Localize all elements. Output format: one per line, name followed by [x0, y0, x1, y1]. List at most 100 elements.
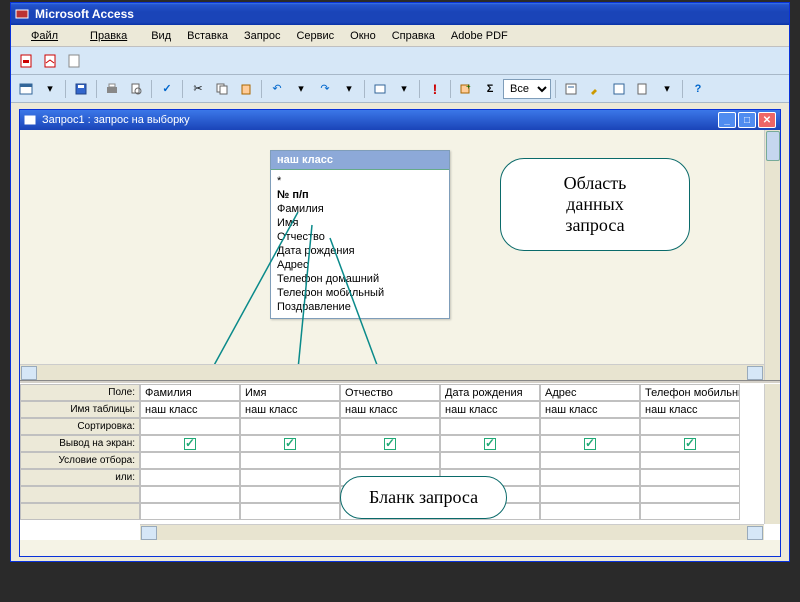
grid-cell[interactable] [640, 486, 740, 503]
db-window-icon[interactable] [608, 78, 630, 100]
help-icon[interactable]: ? [687, 78, 709, 100]
field-list-header[interactable]: наш класс [271, 151, 449, 170]
show-table-icon[interactable]: + [455, 78, 477, 100]
grid-cell[interactable]: наш класс [440, 401, 540, 418]
menu-tools[interactable]: Сервис [288, 28, 342, 44]
scroll-right-icon[interactable] [747, 526, 763, 540]
pdf-review-icon[interactable] [63, 50, 85, 72]
close-button[interactable]: ✕ [758, 112, 776, 128]
menu-query[interactable]: Запрос [236, 28, 288, 44]
undo-icon[interactable]: ↶ [266, 78, 288, 100]
grid-cell[interactable]: наш класс [240, 401, 340, 418]
grid-cell-show[interactable] [340, 435, 440, 452]
grid-cell[interactable] [540, 486, 640, 503]
grid-cell[interactable] [640, 452, 740, 469]
field-star[interactable]: * [277, 174, 443, 188]
grid-cell-show[interactable] [540, 435, 640, 452]
grid-cell[interactable] [240, 452, 340, 469]
menu-edit[interactable]: Правка [74, 28, 143, 44]
grid-cell-show[interactable] [140, 435, 240, 452]
grid-cell-show[interactable] [640, 435, 740, 452]
top-values-combo[interactable]: Все [503, 79, 551, 99]
grid-cell[interactable] [240, 469, 340, 486]
grid-cell[interactable] [240, 486, 340, 503]
menu-window[interactable]: Окно [342, 28, 384, 44]
grid-cell[interactable] [540, 469, 640, 486]
grid-cell-show[interactable] [240, 435, 340, 452]
field-lastname[interactable]: Фамилия [277, 202, 443, 216]
grid-cell[interactable] [540, 503, 640, 520]
cut-icon[interactable]: ✂ [187, 78, 209, 100]
grid-cell[interactable]: Отчество [340, 384, 440, 401]
menu-file[interactable]: Файл [15, 28, 74, 44]
scroll-left-icon[interactable] [141, 526, 157, 540]
grid-cell[interactable] [640, 503, 740, 520]
grid-cell[interactable]: наш класс [640, 401, 740, 418]
query-type-icon[interactable] [369, 78, 391, 100]
field-home-phone[interactable]: Телефон домашний [277, 272, 443, 286]
menu-insert[interactable]: Вставка [179, 28, 236, 44]
copy-icon[interactable] [211, 78, 233, 100]
grid-cell[interactable]: Дата рождения [440, 384, 540, 401]
builder-icon[interactable] [584, 78, 606, 100]
print-icon[interactable] [101, 78, 123, 100]
grid-cell[interactable] [340, 452, 440, 469]
field-firstname[interactable]: Имя [277, 216, 443, 230]
scroll-right-icon[interactable] [747, 366, 763, 380]
field-greeting[interactable]: Поздравление [277, 300, 443, 314]
dropdown-undo-icon[interactable]: ▾ [290, 78, 312, 100]
grid-cell[interactable] [140, 418, 240, 435]
grid-cell-show[interactable] [440, 435, 540, 452]
lower-vscroll[interactable] [764, 384, 780, 524]
field-patronymic[interactable]: Отчество [277, 230, 443, 244]
save-icon[interactable] [70, 78, 92, 100]
paste-icon[interactable] [235, 78, 257, 100]
view-icon[interactable] [15, 78, 37, 100]
grid-cell[interactable]: наш класс [540, 401, 640, 418]
grid-cell[interactable] [540, 452, 640, 469]
grid-cell[interactable]: наш класс [140, 401, 240, 418]
field-list[interactable]: наш класс * № п/п Фамилия Имя Отчество Д… [270, 150, 450, 319]
grid-cell[interactable] [240, 503, 340, 520]
redo-icon[interactable]: ↷ [314, 78, 336, 100]
field-pk[interactable]: № п/п [277, 188, 443, 202]
menu-help[interactable]: Справка [384, 28, 443, 44]
grid-cell[interactable]: Фамилия [140, 384, 240, 401]
pdf-icon[interactable] [15, 50, 37, 72]
new-object-icon[interactable] [632, 78, 654, 100]
grid-cell[interactable] [140, 452, 240, 469]
grid-cell[interactable] [640, 469, 740, 486]
spelling-icon[interactable]: ✓ [156, 78, 178, 100]
field-mobile-phone[interactable]: Телефон мобильный [277, 286, 443, 300]
totals-icon[interactable]: Σ [479, 78, 501, 100]
grid-cell[interactable] [140, 469, 240, 486]
tables-pane[interactable]: наш класс * № п/п Фамилия Имя Отчество Д… [20, 130, 780, 380]
scroll-left-icon[interactable] [21, 366, 37, 380]
grid-cell[interactable]: наш класс [340, 401, 440, 418]
preview-icon[interactable] [125, 78, 147, 100]
dropdown-qtype-icon[interactable]: ▾ [393, 78, 415, 100]
properties-icon[interactable] [560, 78, 582, 100]
grid-cell[interactable] [140, 503, 240, 520]
dropdown-arrow-icon[interactable]: ▾ [39, 78, 61, 100]
grid-cell[interactable] [440, 452, 540, 469]
run-icon[interactable]: ! [424, 78, 446, 100]
menu-adobe-pdf[interactable]: Adobe PDF [443, 28, 516, 44]
grid-cell[interactable] [640, 418, 740, 435]
grid-cell[interactable]: Имя [240, 384, 340, 401]
upper-hscroll[interactable] [20, 364, 764, 380]
upper-vscroll[interactable] [764, 130, 780, 380]
grid-cell[interactable] [140, 486, 240, 503]
grid-cell[interactable] [340, 418, 440, 435]
grid-cell[interactable] [440, 418, 540, 435]
dropdown-new-icon[interactable]: ▾ [656, 78, 678, 100]
grid-cell[interactable]: Адрес [540, 384, 640, 401]
dropdown-redo-icon[interactable]: ▾ [338, 78, 360, 100]
lower-hscroll[interactable] [140, 524, 764, 540]
menu-view[interactable]: Вид [143, 28, 179, 44]
maximize-button[interactable]: □ [738, 112, 756, 128]
minimize-button[interactable]: _ [718, 112, 736, 128]
field-address[interactable]: Адрес [277, 258, 443, 272]
pdf-email-icon[interactable] [39, 50, 61, 72]
grid-cell[interactable]: Телефон мобильны [640, 384, 740, 401]
